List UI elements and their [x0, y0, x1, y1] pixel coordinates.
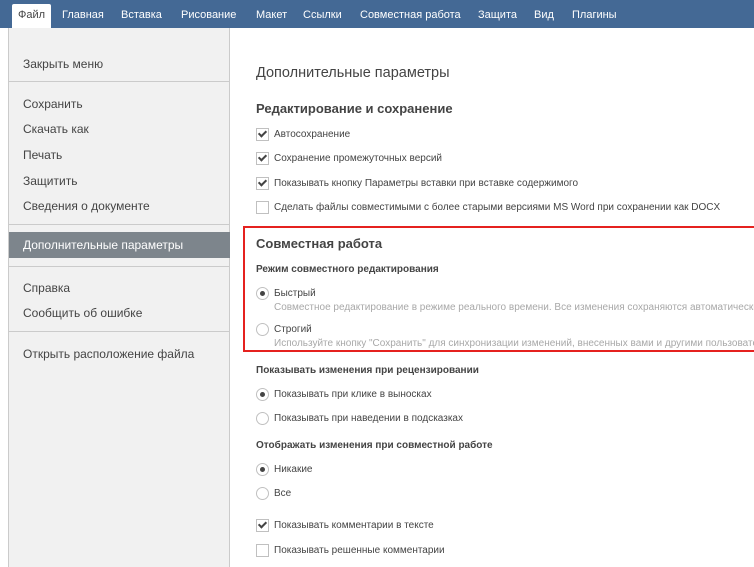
tab-plugins[interactable]: Плагины: [572, 8, 617, 22]
autosave-label: Автосохранение: [274, 129, 351, 140]
top-menu-bar: Файл Главная Вставка Рисование Макет Ссы…: [0, 0, 754, 28]
tab-draw[interactable]: Рисование: [181, 8, 236, 22]
tab-view[interactable]: Вид: [534, 8, 554, 22]
collab-highlight-box: [243, 226, 754, 352]
check-icon: [257, 177, 268, 187]
resolved-comments-label: Показывать решенные комментарии: [274, 545, 445, 556]
show-on-hover-radio[interactable]: [256, 412, 269, 425]
sidebar-divider: [9, 266, 230, 267]
autosave-checkbox[interactable]: [256, 128, 269, 141]
compat-docx-checkbox[interactable]: [256, 201, 269, 214]
help-item[interactable]: Справка: [23, 281, 70, 295]
resolved-comments-checkbox[interactable]: [256, 544, 269, 557]
tab-insert[interactable]: Вставка: [121, 8, 162, 22]
paste-options-checkbox[interactable]: [256, 177, 269, 190]
show-on-click-label: Показывать при клике в выносках: [274, 389, 432, 400]
protect-item[interactable]: Защитить: [23, 174, 77, 188]
display-changes-heading: Отображать изменения при совместной рабо…: [256, 440, 493, 451]
open-file-location-item[interactable]: Открыть расположение файла: [23, 347, 194, 361]
save-item[interactable]: Сохранить: [23, 97, 83, 111]
tab-layout[interactable]: Макет: [256, 8, 287, 22]
sidebar-divider: [9, 331, 230, 332]
tab-file[interactable]: Файл: [12, 4, 52, 28]
editing-section-heading: Редактирование и сохранение: [256, 101, 453, 116]
document-info-item[interactable]: Сведения о документе: [23, 199, 150, 213]
radio-dot-icon: [260, 392, 265, 397]
changes-none-label: Никакие: [274, 464, 313, 475]
sidebar-divider: [9, 81, 230, 82]
print-item[interactable]: Печать: [23, 148, 62, 162]
show-on-hover-label: Показывать при наведении в подсказках: [274, 413, 463, 424]
close-menu-item[interactable]: Закрыть меню: [23, 57, 103, 71]
advanced-settings-item[interactable]: Дополнительные параметры: [9, 232, 230, 258]
changes-none-radio[interactable]: [256, 463, 269, 476]
tab-references[interactable]: Ссылки: [303, 8, 342, 22]
check-icon: [257, 128, 268, 138]
comments-in-text-checkbox[interactable]: [256, 519, 269, 532]
check-icon: [257, 152, 268, 162]
download-as-item[interactable]: Скачать как: [23, 122, 89, 136]
tab-protection[interactable]: Защита: [478, 8, 517, 22]
report-bug-item[interactable]: Сообщить об ошибке: [23, 306, 142, 320]
file-menu-sidebar: Закрыть меню Сохранить Скачать как Печат…: [8, 28, 230, 567]
show-on-click-radio[interactable]: [256, 388, 269, 401]
paste-options-label: Показывать кнопку Параметры вставки при …: [274, 178, 579, 189]
changes-all-label: Все: [274, 488, 292, 499]
radio-dot-icon: [260, 467, 265, 472]
comments-in-text-label: Показывать комментарии в тексте: [274, 520, 434, 531]
page-title: Дополнительные параметры: [256, 65, 450, 81]
interim-versions-checkbox[interactable]: [256, 152, 269, 165]
check-icon: [257, 519, 268, 529]
compat-docx-label: Сделать файлы совместимыми с более стары…: [274, 202, 721, 213]
sidebar-divider: [9, 224, 230, 225]
review-changes-heading: Показывать изменения при рецензировании: [256, 365, 479, 376]
tab-collaboration[interactable]: Совместная работа: [360, 8, 461, 22]
interim-versions-label: Сохранение промежуточных версий: [274, 153, 442, 164]
changes-all-radio[interactable]: [256, 487, 269, 500]
advanced-settings-label: Дополнительные параметры: [23, 238, 184, 252]
tab-home[interactable]: Главная: [62, 8, 104, 22]
